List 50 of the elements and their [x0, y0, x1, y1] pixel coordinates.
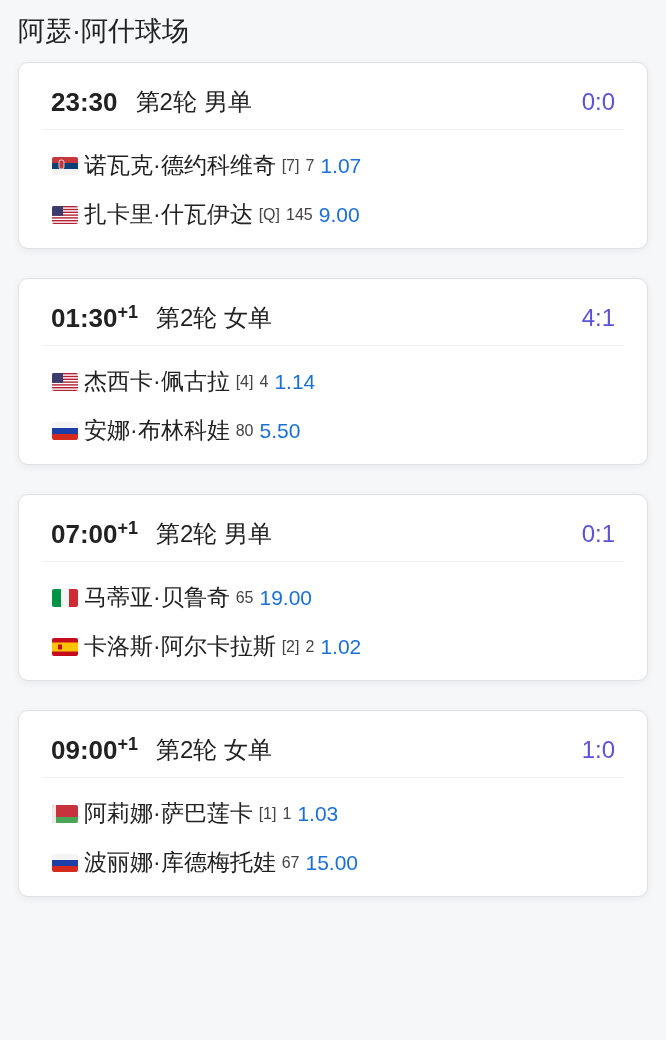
odds: 9.00: [318, 204, 360, 225]
seed: [Q]: [258, 206, 280, 223]
odds: 1.03: [297, 803, 339, 824]
score: 0:1: [581, 522, 615, 546]
flag-icon: [52, 156, 78, 175]
odds: 1.02: [320, 636, 362, 657]
seed: [4]: [235, 373, 254, 390]
round-label: 第2轮 女单: [156, 738, 273, 762]
player-name: 波丽娜·库德梅托娃: [84, 851, 276, 874]
flag-icon: [52, 421, 78, 440]
match-time: 07:00$^{+1}$: [51, 521, 139, 547]
flag-icon: [52, 637, 78, 656]
score: 1:0: [581, 738, 615, 762]
flag-icon: [52, 205, 78, 224]
match-time: 01:30$^{+1}$: [51, 305, 139, 331]
score: 0:0: [581, 90, 615, 114]
ranking: 145: [286, 206, 313, 223]
round-label: 第2轮 男单: [156, 522, 273, 546]
player-name: 杰西卡·佩古拉: [84, 370, 230, 393]
player-name: 安娜·布林科娃: [84, 419, 230, 442]
round-label: 第2轮 女单: [156, 306, 273, 330]
seed: [2]: [281, 638, 300, 655]
score: 4:1: [581, 306, 615, 330]
round-label: 第2轮 男单: [135, 90, 252, 114]
ranking: 1: [282, 805, 292, 822]
flag-icon: [52, 853, 78, 872]
ranking: 80: [235, 422, 254, 439]
ranking: 4: [259, 373, 269, 390]
odds: 1.07: [320, 155, 362, 176]
ranking: 7: [305, 157, 315, 174]
player-name: 卡洛斯·阿尔卡拉斯: [84, 635, 276, 658]
player-name: 阿莉娜·萨巴莲卡: [84, 802, 253, 825]
seed: [7]: [281, 157, 300, 174]
seed: [1]: [258, 805, 277, 822]
match-time: 09:00$^{+1}$: [51, 737, 139, 763]
flag-icon: [52, 372, 78, 391]
ranking: 2: [305, 638, 315, 655]
player-name: 扎卡里·什瓦伊达: [84, 203, 253, 226]
odds: 15.00: [305, 852, 359, 873]
flag-icon: [52, 588, 78, 607]
odds: 1.14: [274, 371, 316, 392]
ranking: 67: [281, 854, 300, 871]
flag-icon: [52, 804, 78, 823]
match-time: 23:30: [51, 89, 118, 115]
odds: 5.50: [259, 420, 301, 441]
venue-title: 阿瑟·阿什球场: [18, 15, 190, 48]
odds: 19.00: [259, 587, 313, 608]
ranking: 65: [235, 589, 254, 606]
player-name: 诺瓦克·德约科维奇: [84, 154, 276, 177]
player-name: 马蒂亚·贝鲁奇: [84, 586, 230, 609]
